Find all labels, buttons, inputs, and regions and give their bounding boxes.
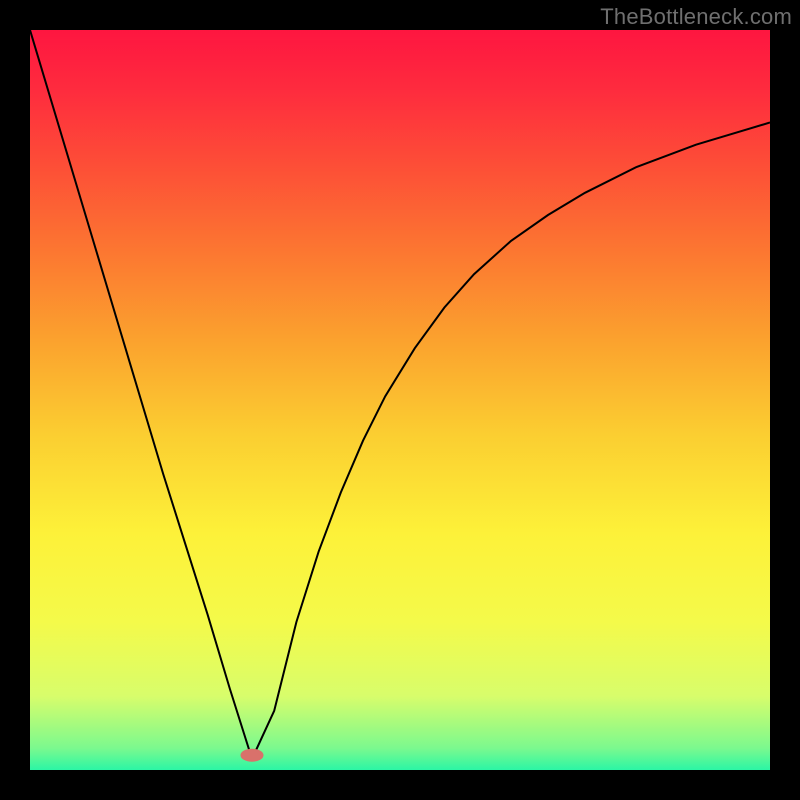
chart-frame: TheBottleneck.com xyxy=(0,0,800,800)
watermark-text: TheBottleneck.com xyxy=(600,4,792,30)
plot-area xyxy=(30,30,770,770)
plot-svg xyxy=(30,30,770,770)
minimum-marker xyxy=(241,749,263,761)
